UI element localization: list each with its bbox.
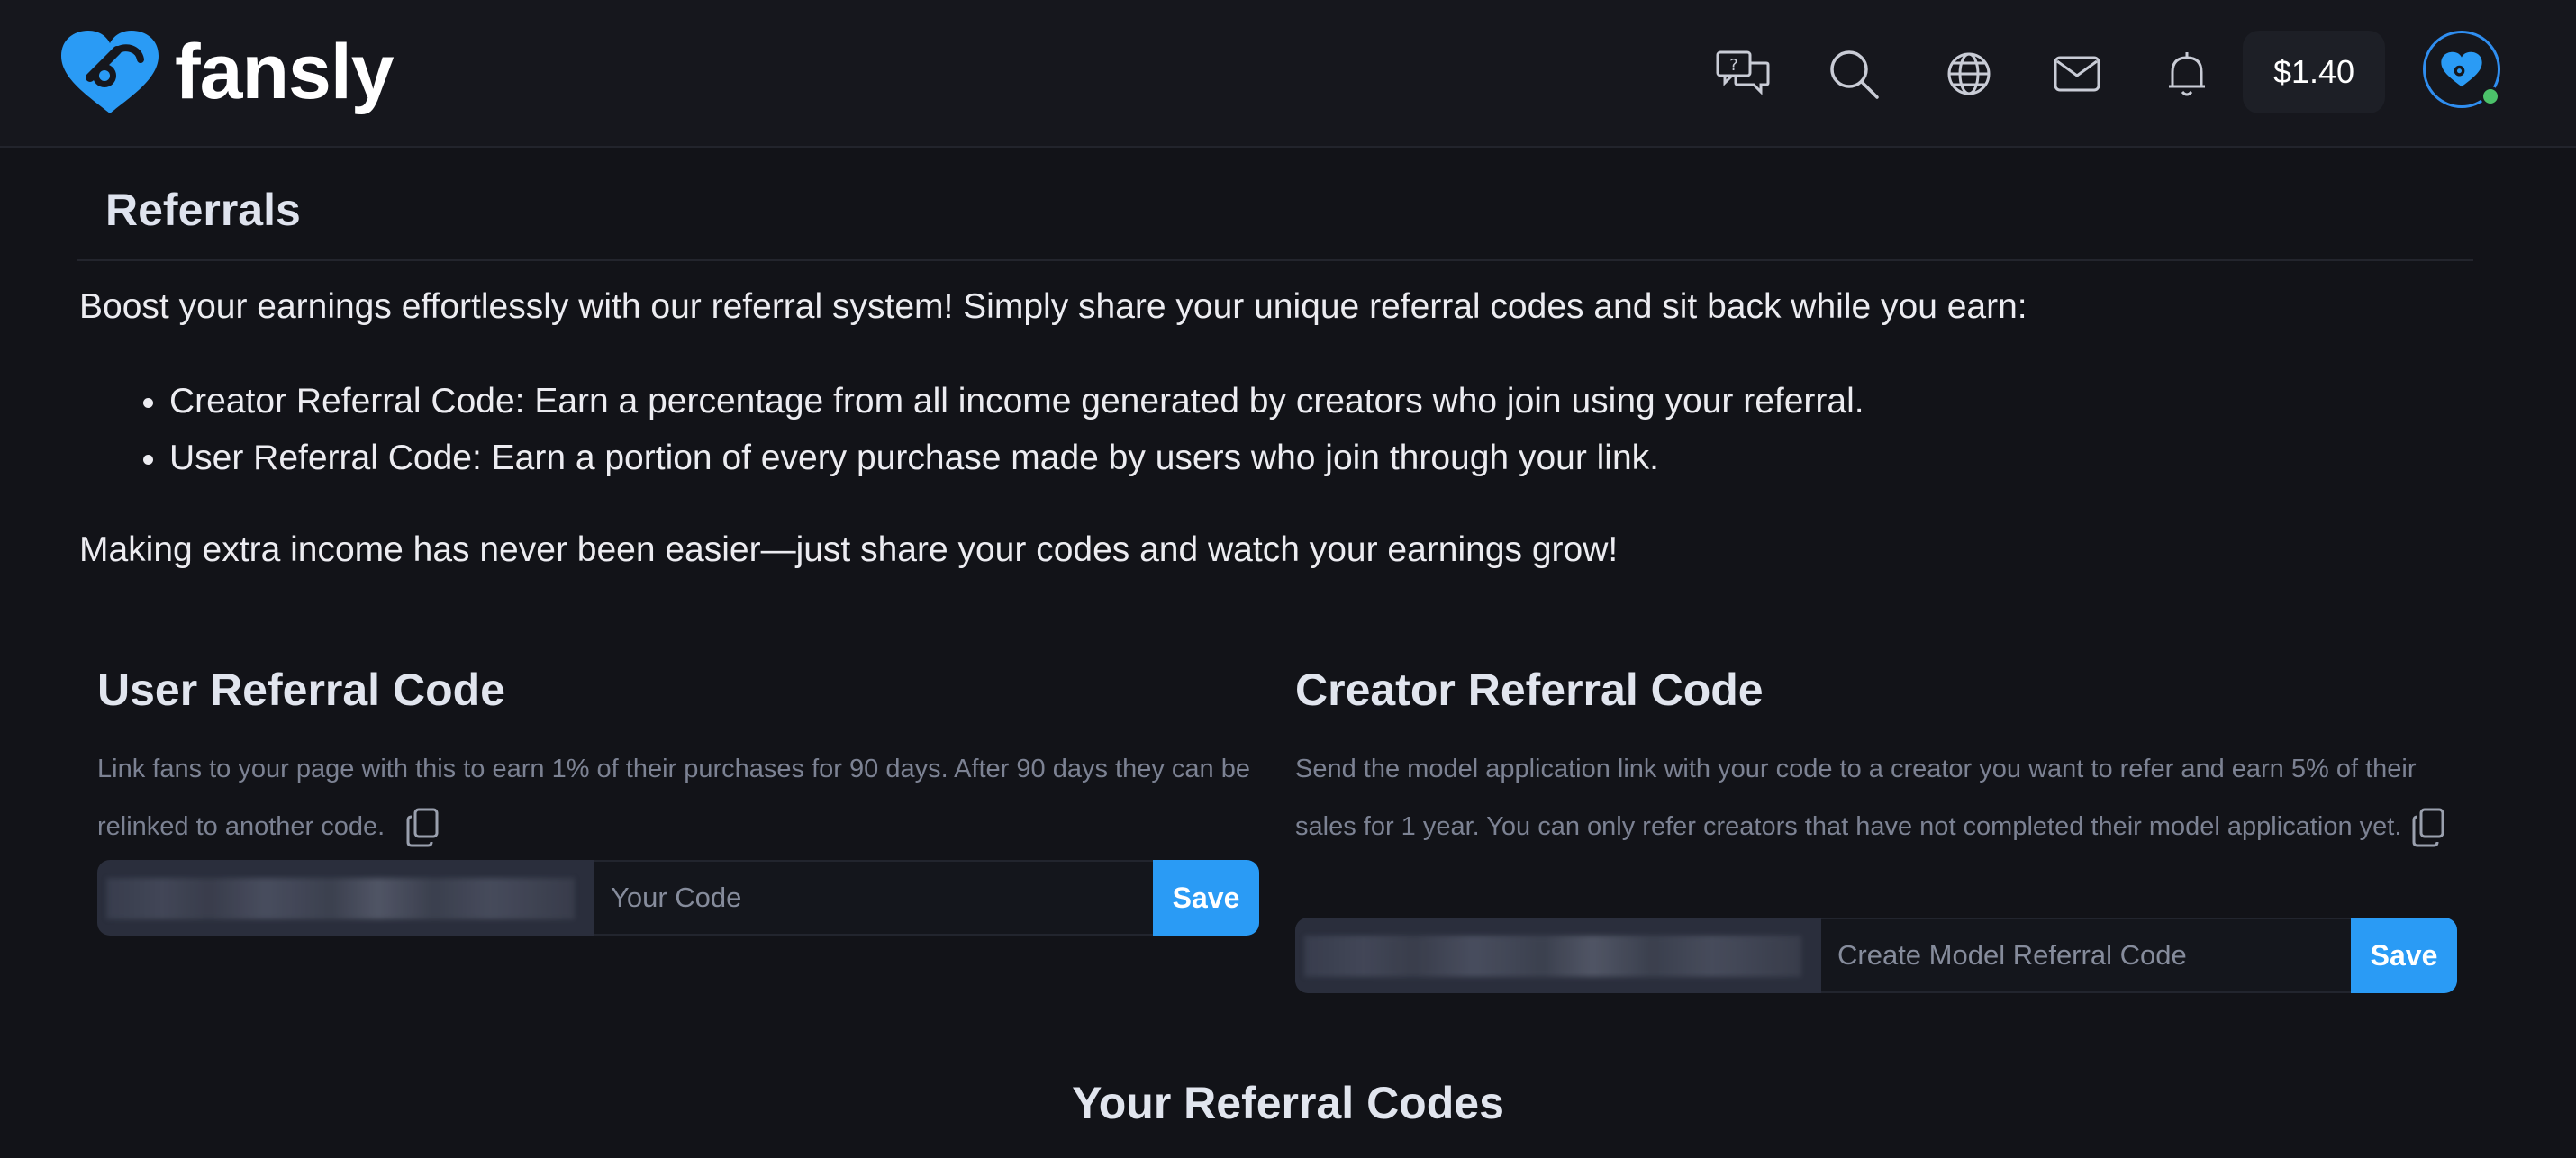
user-code-input[interactable] xyxy=(594,860,1153,936)
redacted-code-blur xyxy=(1304,936,1801,977)
creator-referral-description-text: Send the model application link with you… xyxy=(1295,755,2417,841)
fansly-heart-logo-icon xyxy=(61,31,159,113)
list-item: User Referral Code: Earn a portion of ev… xyxy=(169,430,1864,486)
search-button[interactable] xyxy=(1816,36,1891,112)
support-chat-icon: ? xyxy=(1716,50,1770,95)
current-user-code-redacted xyxy=(97,860,594,936)
copy-icon xyxy=(406,808,439,847)
intro-text: Boost your earnings effortlessly with ou… xyxy=(79,287,2027,326)
benefits-list: Creator Referral Code: Earn a percentage… xyxy=(135,373,1864,486)
copy-icon xyxy=(2412,808,2444,847)
fansly-logo[interactable]: fansly xyxy=(54,25,395,119)
bell-icon xyxy=(2169,52,2205,96)
copy-creator-link-button[interactable] xyxy=(2408,806,2448,849)
support-chat-button[interactable]: ? xyxy=(1705,36,1781,112)
mail-icon xyxy=(2054,56,2100,92)
page-title: Referrals xyxy=(105,185,301,235)
title-divider xyxy=(77,259,2473,261)
brand-name: fansly xyxy=(175,29,395,115)
list-item: Creator Referral Code: Earn a percentage… xyxy=(169,373,1864,430)
user-referral-code-row: Save xyxy=(97,860,1259,936)
current-creator-code-redacted xyxy=(1295,918,1821,993)
svg-text:?: ? xyxy=(1729,56,1738,75)
online-status-indicator xyxy=(2481,86,2500,106)
wallet-balance-button[interactable]: $1.40 xyxy=(2243,31,2385,113)
messages-button[interactable] xyxy=(2039,36,2115,112)
search-icon xyxy=(1830,50,1879,99)
user-referral-description-text: Link fans to your page with this to earn… xyxy=(97,755,1250,841)
user-referral-description: Link fans to your page with this to earn… xyxy=(97,740,1259,855)
top-navigation-bar: fansly ? $1.40 xyxy=(0,0,2576,148)
copy-user-link-button[interactable] xyxy=(403,806,442,849)
creator-referral-code-row: Save xyxy=(1295,918,2457,993)
creator-referral-description: Send the model application link with you… xyxy=(1295,740,2457,855)
save-creator-code-button[interactable]: Save xyxy=(2351,918,2457,993)
language-button[interactable] xyxy=(1931,36,2007,112)
redacted-code-blur xyxy=(106,878,575,919)
user-referral-panel: User Referral Code Link fans to your pag… xyxy=(97,657,1259,855)
outro-text: Making extra income has never been easie… xyxy=(79,530,1619,569)
referral-codes-section-title: Your Referral Codes xyxy=(1072,1078,1504,1128)
globe-icon xyxy=(1947,52,1991,95)
notifications-button[interactable] xyxy=(2149,36,2225,112)
creator-referral-title: Creator Referral Code xyxy=(1295,665,1764,715)
creator-referral-panel: Creator Referral Code Send the model app… xyxy=(1295,657,2457,855)
save-user-code-button[interactable]: Save xyxy=(1153,860,1259,936)
creator-code-input[interactable] xyxy=(1821,918,2351,993)
user-referral-title: User Referral Code xyxy=(97,665,505,715)
avatar-heart-icon xyxy=(2441,51,2482,87)
